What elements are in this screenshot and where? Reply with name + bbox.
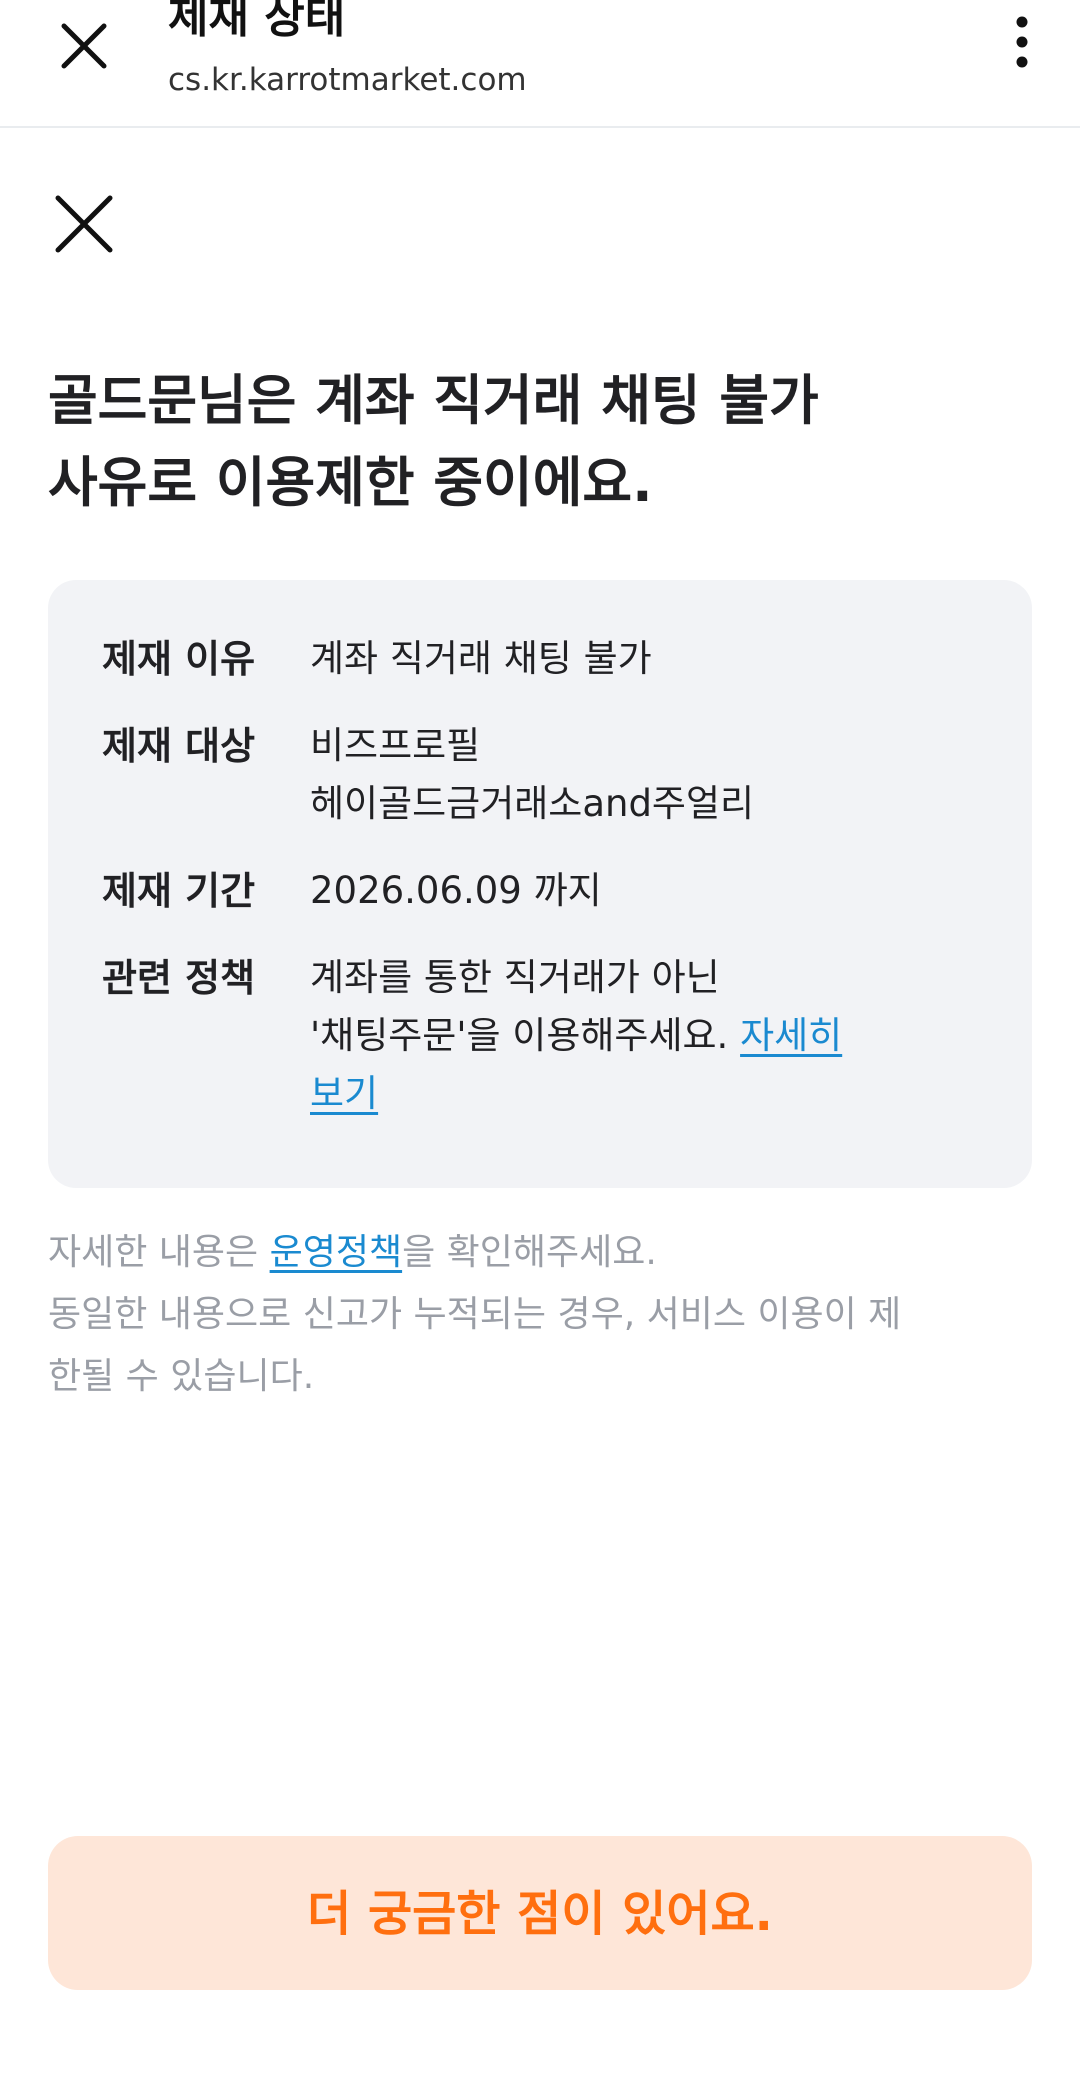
close-icon[interactable] bbox=[56, 18, 112, 74]
period-label: 제재 기간 bbox=[102, 869, 256, 913]
policy-value: 계좌를 통한 직거래가 아닌 '채팅주문'을 이용해주세요. 자세히 보기 bbox=[310, 949, 970, 1123]
target-value-line2: 헤이골드금거래소and주얼리 bbox=[310, 782, 755, 825]
reason-value: 계좌 직거래 채팅 불가 bbox=[310, 630, 970, 688]
page-title-line1: 골드문님은 계좌 직거래 채팅 불가 bbox=[48, 369, 819, 432]
target-value: 비즈프로필 헤이골드금거래소and주얼리 bbox=[310, 717, 970, 833]
page-title-line2: 사유로 이용제한 중이에요. bbox=[48, 451, 653, 514]
policy-detail-link-part1[interactable]: 자세히 bbox=[740, 1014, 842, 1057]
notes-line1-suffix: 을 확인해주세요. bbox=[402, 1232, 657, 1273]
operation-policy-link[interactable]: 운영정책 bbox=[270, 1232, 402, 1273]
policy-line2-text: '채팅주문'을 이용해주세요. bbox=[310, 1014, 729, 1057]
policy-line2: '채팅주문'을 이용해주세요. 자세히 bbox=[310, 1007, 970, 1065]
more-questions-button[interactable]: 더 궁금한 점이 있어요. bbox=[48, 1836, 1032, 1990]
page-title: 골드문님은 계좌 직거래 채팅 불가 사유로 이용제한 중이에요. bbox=[48, 360, 1008, 524]
browser-title: 제재 상태 bbox=[168, 0, 346, 43]
browser-header: 제재 상태 cs.kr.karrotmarket.com bbox=[0, 0, 1080, 128]
more-vertical-icon[interactable] bbox=[1004, 10, 1040, 74]
period-value-text: 2026.06.09 까지 bbox=[310, 869, 602, 912]
notes-line3: 한될 수 있습니다. bbox=[48, 1356, 315, 1397]
policy-notes: 자세한 내용은 운영정책을 확인해주세요. 동일한 내용으로 신고가 누적되는 … bbox=[48, 1222, 1038, 1408]
policy-label: 관련 정책 bbox=[102, 956, 256, 1000]
notes-line1-prefix: 자세한 내용은 bbox=[48, 1232, 270, 1273]
sanction-info-card: 제재 이유 계좌 직거래 채팅 불가 제재 대상 비즈프로필 헤이골드금거래소a… bbox=[48, 580, 1032, 1188]
policy-line1: 계좌를 통한 직거래가 아닌 bbox=[310, 956, 720, 999]
page-close-icon[interactable] bbox=[52, 192, 116, 256]
period-value: 2026.06.09 까지 bbox=[310, 862, 970, 920]
notes-line1: 자세한 내용은 운영정책을 확인해주세요. bbox=[48, 1222, 1038, 1284]
notes-line2: 동일한 내용으로 신고가 누적되는 경우, 서비스 이용이 제 bbox=[48, 1294, 902, 1335]
policy-detail-link-part2[interactable]: 보기 bbox=[310, 1072, 378, 1115]
browser-url: cs.kr.karrotmarket.com bbox=[168, 62, 527, 98]
browser-titles: 제재 상태 cs.kr.karrotmarket.com bbox=[168, 0, 527, 102]
policy-line3: 보기 bbox=[310, 1065, 970, 1123]
target-value-line1: 비즈프로필 bbox=[310, 724, 481, 767]
reason-value-text: 계좌 직거래 채팅 불가 bbox=[310, 637, 652, 680]
reason-label: 제재 이유 bbox=[102, 637, 256, 681]
target-label: 제재 대상 bbox=[102, 724, 256, 768]
